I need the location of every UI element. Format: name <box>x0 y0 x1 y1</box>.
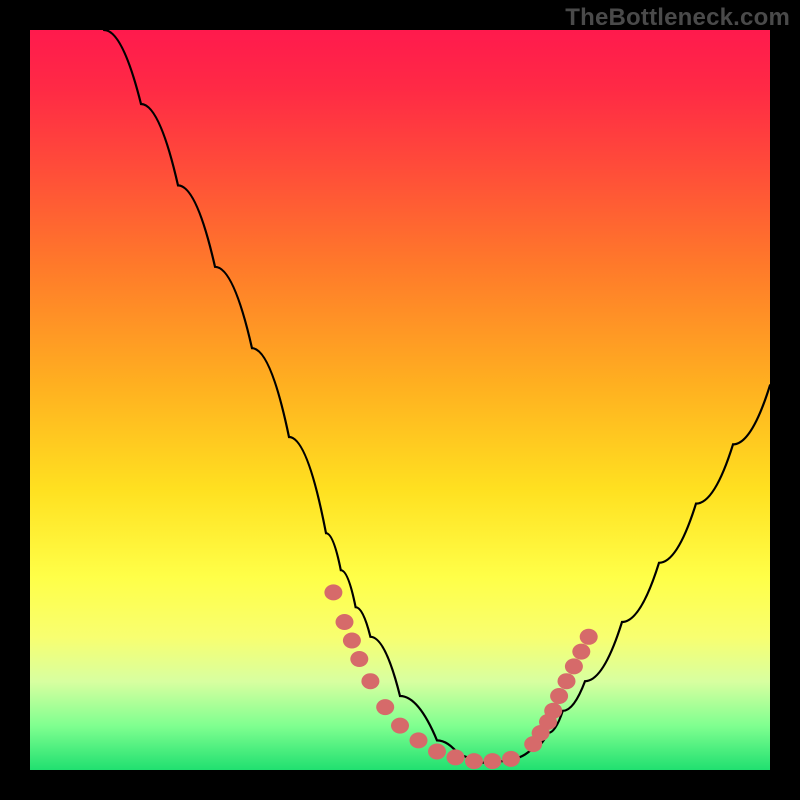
marker-dot <box>465 753 483 769</box>
marker-dot <box>558 673 576 689</box>
curve-layer <box>30 30 770 770</box>
plot-area <box>30 30 770 770</box>
marker-dot <box>336 614 354 630</box>
marker-dot <box>580 629 598 645</box>
marker-cluster-left <box>324 584 520 769</box>
marker-dot <box>550 688 568 704</box>
marker-dot <box>484 753 502 769</box>
marker-dot <box>361 673 379 689</box>
marker-dot <box>447 749 465 765</box>
watermark-text: TheBottleneck.com <box>565 4 790 32</box>
marker-dot <box>565 658 583 674</box>
marker-dot <box>572 644 590 660</box>
marker-dot <box>428 744 446 760</box>
marker-dot <box>324 584 342 600</box>
marker-dot <box>544 703 562 719</box>
marker-dot <box>502 751 520 767</box>
marker-dot <box>410 732 428 748</box>
marker-dot <box>391 718 409 734</box>
marker-dot <box>376 699 394 715</box>
marker-cluster-right <box>524 629 598 752</box>
marker-dot <box>343 633 361 649</box>
bottleneck-curve <box>104 30 770 763</box>
marker-dot <box>350 651 368 667</box>
chart-frame: TheBottleneck.com <box>0 0 800 800</box>
